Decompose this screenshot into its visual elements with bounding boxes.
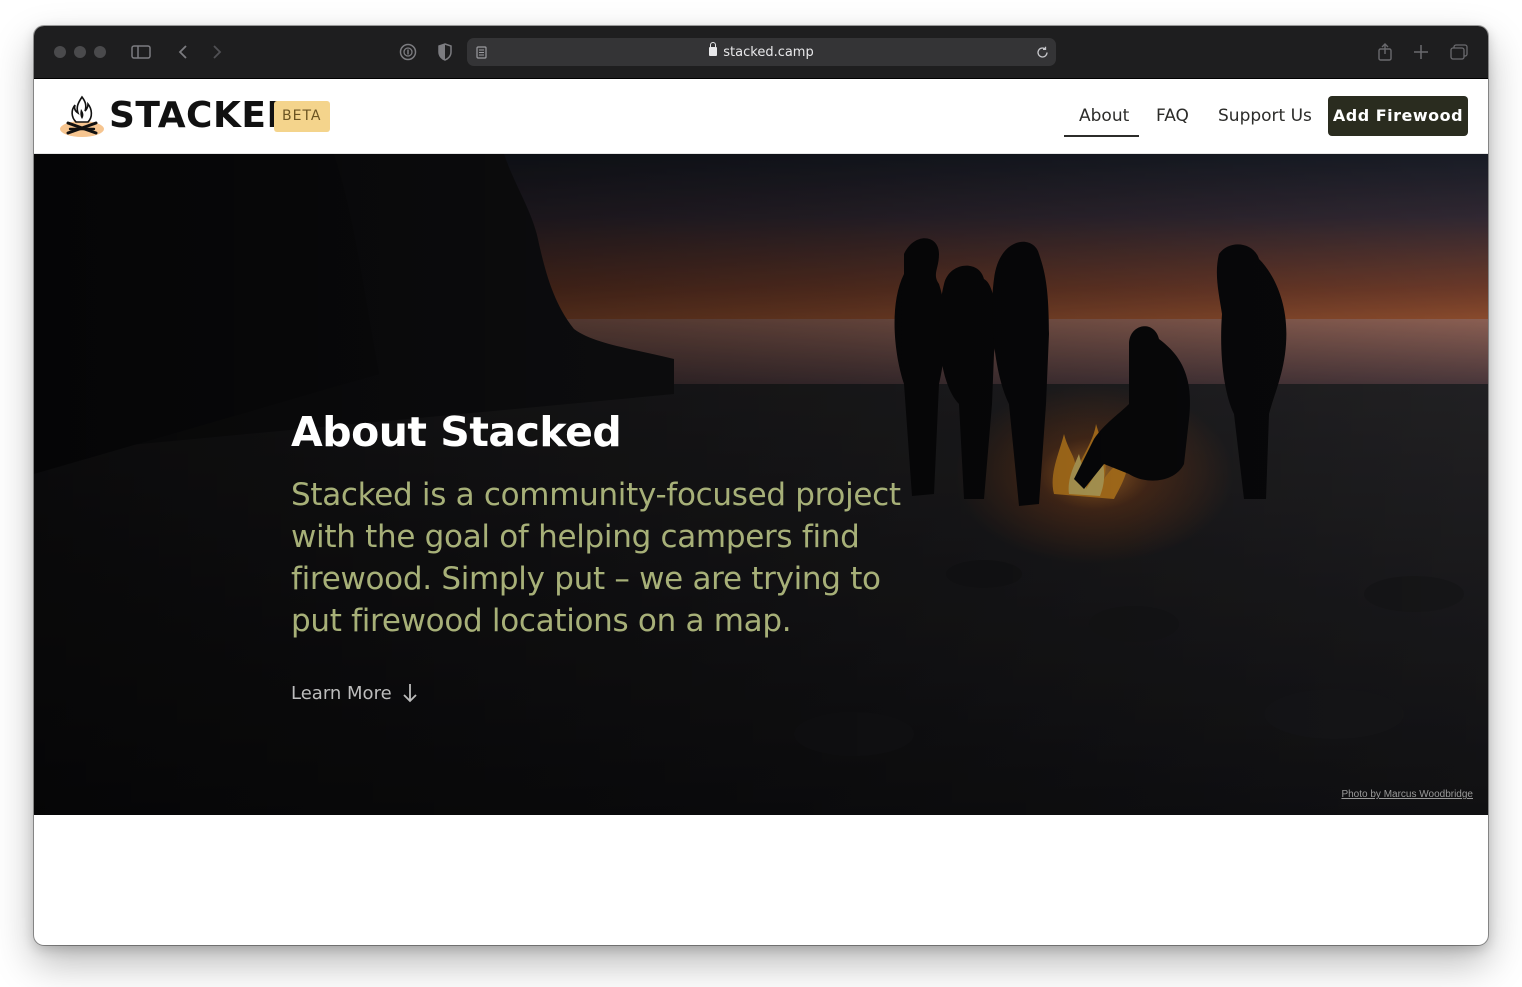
minimize-window-button[interactable] [74,46,86,58]
shield-icon[interactable] [432,40,458,64]
nav-faq[interactable]: FAQ [1156,106,1189,126]
password-icon[interactable] [395,40,421,64]
forward-icon[interactable] [204,40,230,64]
lock-icon [709,42,718,56]
learn-more-link[interactable]: Learn More [291,682,418,704]
zoom-window-button[interactable] [94,46,106,58]
nav-about[interactable]: About [1079,106,1129,126]
brand-name[interactable]: STACKED [109,95,297,136]
reload-icon[interactable] [1032,40,1052,64]
tab-overview-icon[interactable] [1446,40,1472,64]
hero-description: Stacked is a community-focused project w… [291,477,901,639]
address-bar[interactable]: stacked.camp [467,38,1056,66]
browser-toolbar: stacked.camp [34,26,1488,79]
campfire-logo-icon[interactable] [58,91,110,139]
add-firewood-button[interactable]: Add Firewood [1328,96,1468,136]
hero-title: About Stacked [291,408,622,456]
nav-support-us[interactable]: Support Us [1218,106,1312,126]
learn-more-label: Learn More [291,682,392,704]
close-window-button[interactable] [54,46,66,58]
beta-badge: BETA [274,101,330,132]
new-tab-icon[interactable] [1408,40,1434,64]
photo-credit-link[interactable]: Photo by Marcus Woodbridge [1341,789,1473,800]
site-header: STACKED BETA About FAQ Support Us Add Fi… [34,79,1488,154]
sidebar-icon[interactable] [128,40,154,64]
nav-active-indicator [1064,135,1139,137]
browser-window: stacked.camp STACKED BETA About FAQ Supp… [34,26,1488,945]
share-icon[interactable] [1372,40,1398,64]
url-text[interactable]: stacked.camp [467,42,1056,60]
back-icon[interactable] [170,40,196,64]
arrow-down-icon [402,682,418,704]
url-label: stacked.camp [723,45,814,60]
hero-section: About Stacked Stacked is a community-foc… [34,154,1488,815]
